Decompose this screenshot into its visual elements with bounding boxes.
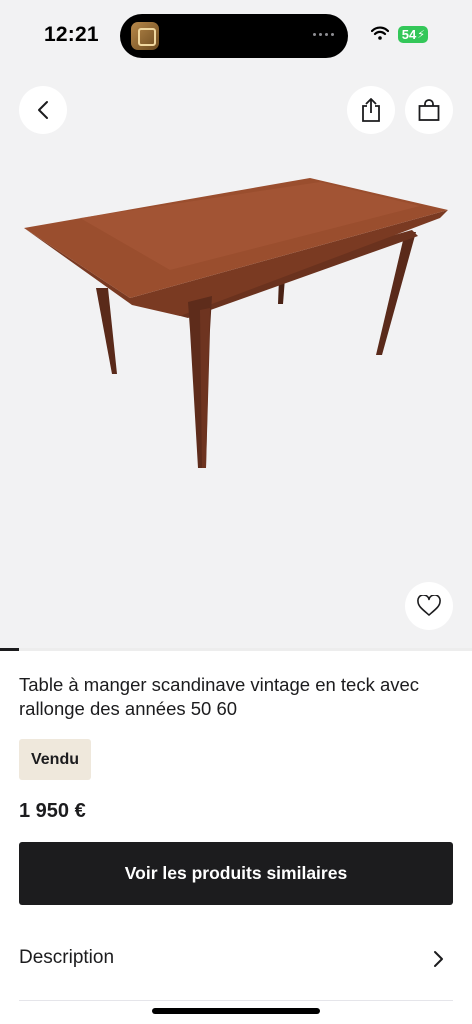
audio-activity-icon <box>313 33 334 36</box>
chevron-left-icon <box>38 101 48 119</box>
share-icon <box>362 98 380 122</box>
status-badge: Vendu <box>19 739 91 780</box>
home-indicator[interactable] <box>152 1008 320 1014</box>
description-row[interactable]: Description <box>0 930 472 986</box>
battery-icon: 54 ⚡ <box>398 26 428 43</box>
favorite-button[interactable] <box>405 582 453 630</box>
app-icon <box>131 22 159 50</box>
gallery-progress-fill <box>0 648 19 651</box>
similar-products-button[interactable]: Voir les produits similaires <box>19 842 453 905</box>
product-gallery[interactable] <box>0 0 472 648</box>
product-image <box>24 178 448 468</box>
gallery-progress <box>0 648 472 651</box>
status-bar: 12:21 54 ⚡ <box>0 0 472 70</box>
chevron-right-icon <box>434 951 443 967</box>
status-time: 12:21 <box>44 23 99 46</box>
wifi-icon <box>371 26 389 40</box>
share-button[interactable] <box>347 86 395 134</box>
shopping-bag-button[interactable] <box>405 86 453 134</box>
product-price: 1 950 € <box>19 800 86 822</box>
product-title: Table à manger scandinave vintage en tec… <box>19 674 420 719</box>
back-button[interactable] <box>19 86 67 134</box>
dynamic-island[interactable] <box>120 14 348 58</box>
heart-outline-icon <box>417 595 441 616</box>
divider <box>19 1000 453 1001</box>
description-label: Description <box>19 947 115 968</box>
charging-bolt-icon: ⚡ <box>417 29 425 41</box>
shopping-bag-icon <box>418 99 440 121</box>
